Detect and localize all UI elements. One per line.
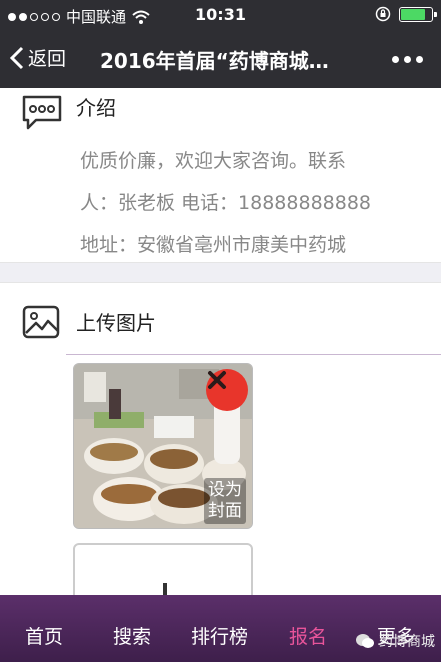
intro-text: 优质价廉，欢迎大家咨询。联系 人：张老板 电话：18888888888 地址：安… <box>80 140 420 266</box>
close-icon <box>208 371 226 389</box>
intro-line: 人：张老板 电话：18888888888 <box>80 192 372 214</box>
intro-line: 优质价廉，欢迎大家咨询。联系 <box>80 150 347 172</box>
uploaded-photo[interactable]: 设为 封面 <box>73 363 253 529</box>
set-cover-label: 封面 <box>208 501 242 521</box>
wechat-icon <box>356 634 374 648</box>
chat-bubble-icon <box>20 94 64 136</box>
watermark-text: 药博商城 <box>379 634 435 650</box>
tab-signup[interactable]: 报名 <box>289 622 327 649</box>
status-right <box>375 6 437 22</box>
nav-bar: 返回 2016年首届“药博商城… <box>0 30 441 88</box>
intro-section: 介绍 优质价廉，欢迎大家咨询。联系 人：张老板 电话：18888888888 地… <box>0 88 441 263</box>
delete-photo-button[interactable] <box>206 369 248 411</box>
more-menu-icon[interactable] <box>392 56 423 63</box>
back-label: 返回 <box>28 48 67 70</box>
image-icon <box>22 305 60 343</box>
upload-title: 上传图片 <box>76 311 156 335</box>
tab-home[interactable]: 首页 <box>25 622 63 649</box>
page-title: 2016年首届“药博商城… <box>100 49 329 73</box>
divider <box>66 354 441 355</box>
intro-title: 介绍 <box>76 96 116 120</box>
watermark: 药博商城 <box>355 631 435 651</box>
set-cover-label: 设为 <box>208 480 242 500</box>
battery-icon <box>399 6 437 22</box>
chevron-left-icon <box>10 46 24 69</box>
tab-search[interactable]: 搜索 <box>113 622 151 649</box>
upload-section: 上传图片 设为 封面 <box>0 282 441 623</box>
back-button[interactable]: 返回 <box>10 44 66 71</box>
status-bar: 中国联通 10:31 <box>0 0 441 30</box>
intro-line: 地址：安徽省亳州市康美中药城 <box>80 234 347 256</box>
set-cover-button[interactable]: 设为 封面 <box>204 478 246 524</box>
rotation-lock-icon <box>375 6 391 22</box>
tab-ranking[interactable]: 排行榜 <box>191 622 248 649</box>
tab-bar: 首页 搜索 排行榜 报名 更多 药博商城 <box>0 595 441 662</box>
